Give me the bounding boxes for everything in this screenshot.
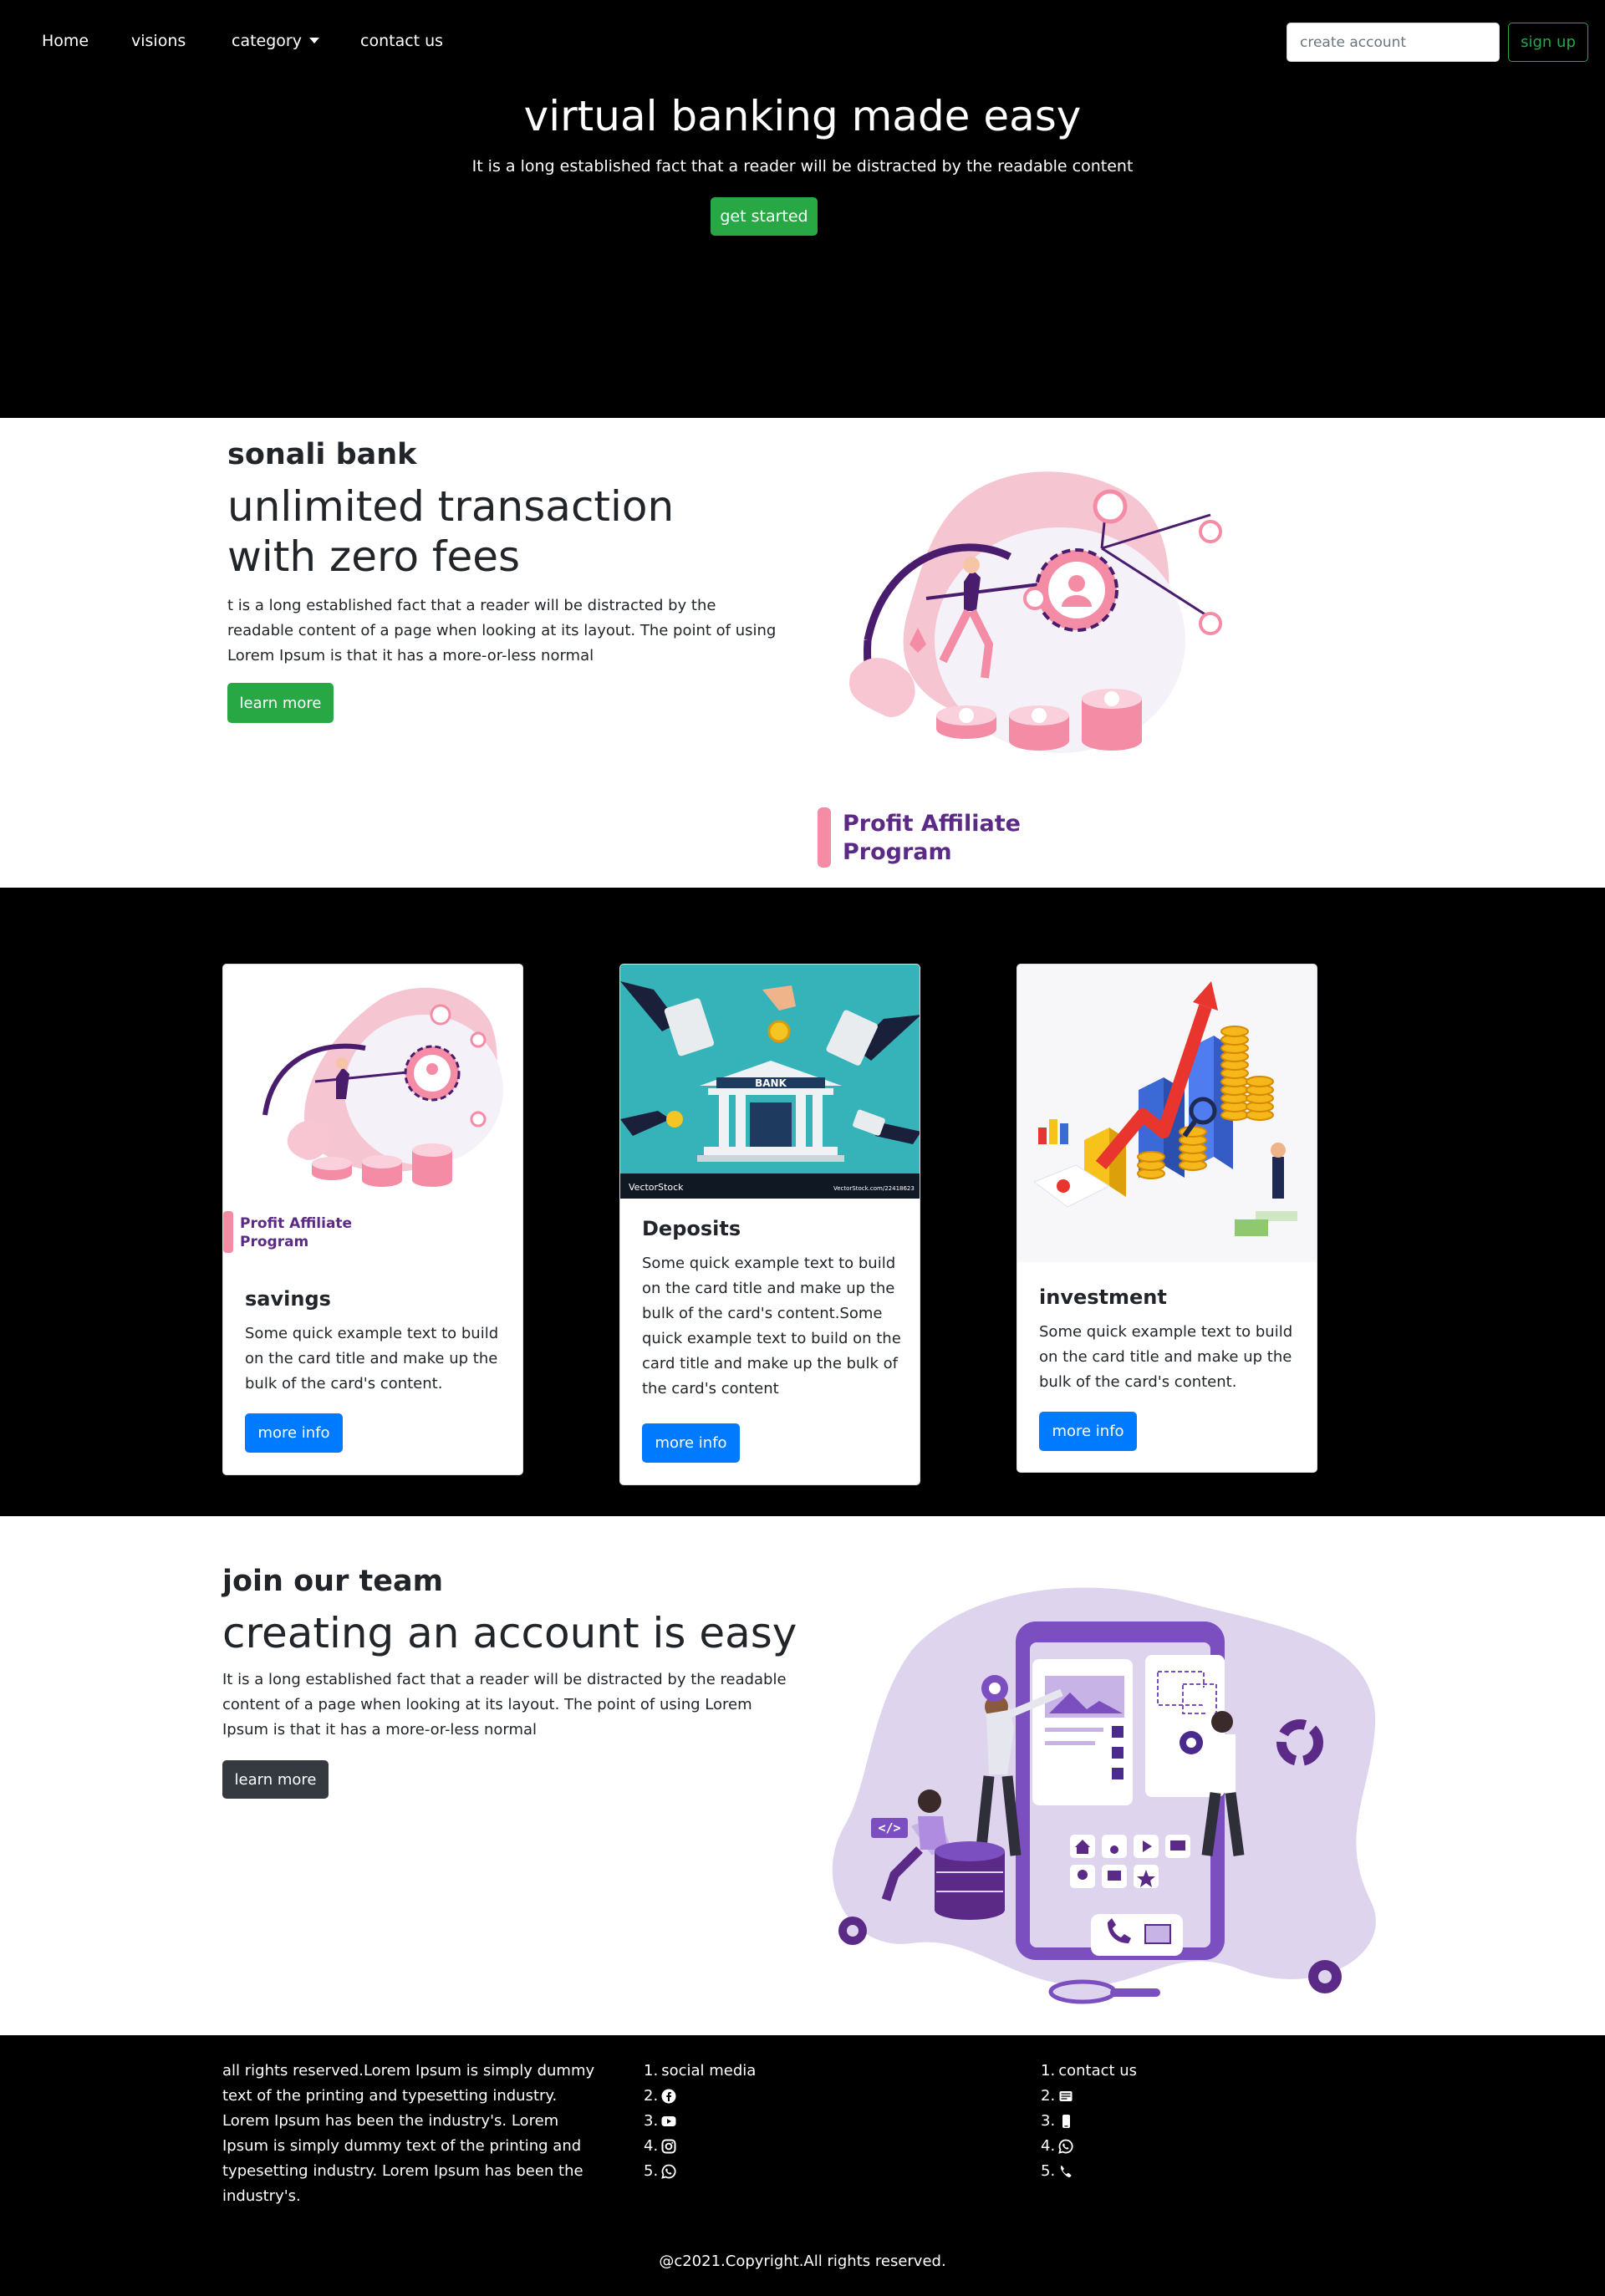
site-footer: all rights reserved.Lorem Ipsum is simpl… xyxy=(0,2035,1605,2296)
list-number: 2. xyxy=(1041,2087,1056,2105)
instagram-icon[interactable] xyxy=(661,2139,676,2154)
social-media-list: 1. social media 2. 3. 4. 5. xyxy=(644,2059,756,2184)
deposits-card-image: VectorStock VectorStock.com/22418623 BAN… xyxy=(620,965,920,1199)
hero-subtitle: It is a long established fact that a rea… xyxy=(471,157,1134,176)
list-number: 1. xyxy=(644,2062,659,2080)
savings-caption-line1: Profit Affiliate xyxy=(240,1215,352,1232)
phone-icon[interactable] xyxy=(1058,2164,1073,2179)
nav-contact-link[interactable]: contact us xyxy=(360,32,443,50)
contact-list: 1. contact us 2. 3. 4. 5. xyxy=(1041,2059,1137,2184)
team-text: It is a long established fact that a rea… xyxy=(222,1671,787,1739)
social-heading-label: social media xyxy=(661,2062,757,2080)
profit-affiliate-illustration: Profit Affiliate Program xyxy=(818,465,1252,869)
affiliate-caption-line2: Program xyxy=(843,839,952,865)
team-app-illustration: </> xyxy=(819,1584,1388,2010)
intro-text: t is a long established fact that a read… xyxy=(227,597,777,664)
team-learn-more-button[interactable]: learn more xyxy=(222,1760,329,1799)
deposits-card-text: Some quick example text to build on the … xyxy=(642,1255,901,1397)
email-icon[interactable] xyxy=(1058,2089,1073,2104)
code-badge: </> xyxy=(878,1820,900,1835)
savings-card-text: Some quick example text to build on the … xyxy=(245,1325,499,1392)
footer-about-text: all rights reserved.Lorem Ipsum is simpl… xyxy=(222,2062,595,2205)
investment-card: investment Some quick example text to bu… xyxy=(1016,964,1317,1473)
investment-more-info-button[interactable]: more info xyxy=(1039,1412,1137,1451)
hero-title: virtual banking made easy xyxy=(523,92,1082,140)
deposits-more-info-button[interactable]: more info xyxy=(642,1423,740,1463)
list-number: 5. xyxy=(1041,2162,1056,2180)
nav-home-link[interactable]: Home xyxy=(42,32,89,50)
youtube-item[interactable]: 3. xyxy=(644,2109,756,2134)
services-cards-section: Profit Affiliate Program savings Some qu… xyxy=(0,888,1605,1516)
mobile-item[interactable]: 3. xyxy=(1041,2109,1137,2134)
phone-item[interactable]: 5. xyxy=(1041,2159,1137,2184)
copyright-text: @c2021.Copyright.All rights reserved. xyxy=(659,2253,946,2270)
sign-up-button[interactable]: sign up xyxy=(1508,23,1588,62)
vectorstock-id: VectorStock.com/22418623 xyxy=(833,1185,915,1192)
list-number: 1. xyxy=(1041,2062,1056,2080)
nav-visions-link[interactable]: visions xyxy=(131,32,186,50)
deposits-card-title: Deposits xyxy=(642,1217,741,1240)
social-media-heading: 1. social media xyxy=(644,2059,756,2084)
vectorstock-watermark: VectorStock xyxy=(629,1182,684,1193)
list-number: 2. xyxy=(644,2087,659,2105)
investment-card-title: investment xyxy=(1039,1285,1167,1309)
intro-eyebrow: sonali bank xyxy=(227,438,417,471)
savings-card-title: savings xyxy=(245,1287,331,1311)
contact-heading: 1. contact us xyxy=(1041,2059,1137,2084)
whatsapp-icon[interactable] xyxy=(1058,2139,1073,2154)
contact-whatsapp-item[interactable]: 4. xyxy=(1041,2134,1137,2159)
nav-category-dropdown[interactable]: category xyxy=(232,32,319,50)
investment-card-text: Some quick example text to build on the … xyxy=(1039,1323,1293,1391)
bank-sign: BANK xyxy=(755,1077,787,1089)
email-item[interactable]: 2. xyxy=(1041,2084,1137,2109)
create-account-input[interactable] xyxy=(1287,23,1500,62)
team-eyebrow: join our team xyxy=(222,1565,444,1598)
contact-heading-label: contact us xyxy=(1058,2062,1138,2080)
savings-caption-line2: Program xyxy=(240,1234,308,1250)
instagram-item[interactable]: 4. xyxy=(644,2134,756,2159)
get-started-button[interactable]: get started xyxy=(711,197,818,236)
nav-category-label: category xyxy=(232,32,302,50)
caret-down-icon xyxy=(308,38,319,43)
intro-title: unlimited transaction with zero fees xyxy=(227,482,675,581)
whatsapp-item[interactable]: 5. xyxy=(644,2159,756,2184)
affiliate-caption-line1: Profit Affiliate xyxy=(843,811,1021,837)
youtube-icon[interactable] xyxy=(661,2114,676,2129)
hero-section: Home visions category contact us sign up… xyxy=(0,0,1605,418)
facebook-item[interactable]: 2. xyxy=(644,2084,756,2109)
mobile-phone-icon[interactable] xyxy=(1058,2114,1073,2129)
list-number: 3. xyxy=(644,2112,659,2130)
team-title: creating an account is easy xyxy=(222,1609,797,1657)
intro-learn-more-button[interactable]: learn more xyxy=(227,683,334,723)
facebook-icon[interactable] xyxy=(661,2089,676,2104)
savings-more-info-button[interactable]: more info xyxy=(245,1413,343,1453)
list-number: 3. xyxy=(1041,2112,1056,2130)
savings-card: Profit Affiliate Program savings Some qu… xyxy=(222,964,523,1475)
savings-card-image: Profit Affiliate Program xyxy=(223,965,522,1265)
investment-card-image xyxy=(1017,965,1317,1262)
list-number: 5. xyxy=(644,2162,659,2180)
list-number: 4. xyxy=(1041,2137,1056,2155)
list-number: 4. xyxy=(644,2137,659,2155)
deposits-card: VectorStock VectorStock.com/22418623 BAN… xyxy=(619,964,920,1485)
whatsapp-icon[interactable] xyxy=(661,2164,676,2179)
